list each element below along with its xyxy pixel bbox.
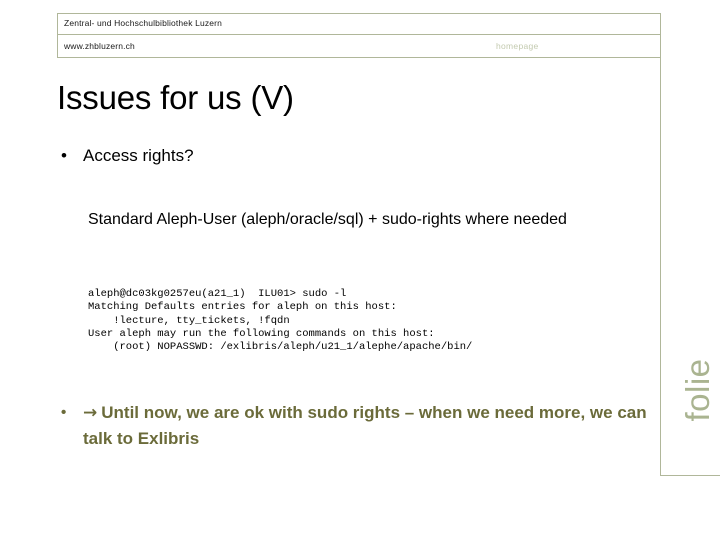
side-label-folie: folie: [679, 358, 716, 422]
bullet-row: • → Until now, we are ok with sudo rights…: [57, 400, 652, 451]
right-vertical-rule: [660, 57, 661, 476]
bullet-marker-icon: •: [61, 146, 67, 165]
bullet-label: Access rights?: [83, 146, 194, 165]
page-title: Issues for us (V): [57, 79, 294, 116]
folie-bottom-rule: [660, 475, 720, 476]
website-url[interactable]: www.zhbluzern.ch: [64, 41, 135, 51]
homepage-link[interactable]: homepage: [496, 41, 539, 51]
arrow-right-icon: →: [83, 403, 98, 423]
bullet-access-rights: • Access rights?: [57, 145, 637, 167]
header-row-url: www.zhbluzern.ch homepage: [58, 35, 660, 58]
slide-canvas: Zentral- und Hochschulbibliothek Luzern …: [0, 0, 720, 540]
bullet-marker-icon: •: [61, 404, 67, 421]
header-row-institution: Zentral- und Hochschulbibliothek Luzern: [58, 14, 660, 35]
bullet-conclusion-text: Until now, we are ok with sudo rights – …: [83, 403, 647, 448]
bullet-row: • Access rights?: [57, 145, 637, 167]
bullet-conclusion: • → Until now, we are ok with sudo rights…: [57, 400, 652, 451]
terminal-code-block: aleph@dc03kg0257eu(a21_1) ILU01> sudo -l…: [88, 288, 473, 354]
sub-paragraph-standard-user: Standard Aleph-User (aleph/oracle/sql) +…: [88, 211, 567, 228]
bullet-label: → Until now, we are ok with sudo rights –…: [83, 400, 652, 451]
slide-header: Zentral- und Hochschulbibliothek Luzern …: [57, 13, 661, 58]
institution-name: Zentral- und Hochschulbibliothek Luzern: [64, 18, 222, 28]
